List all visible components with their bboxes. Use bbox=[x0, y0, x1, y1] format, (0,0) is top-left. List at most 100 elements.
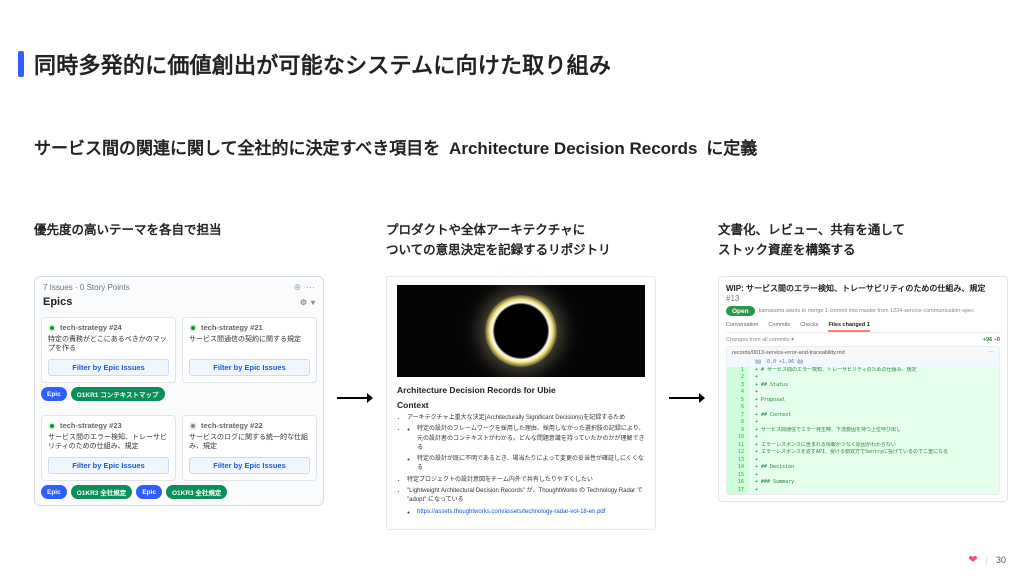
list-item-text: "Lightweight Architectural Decision Reco… bbox=[407, 488, 643, 503]
filter-by-epic-button[interactable]: Filter by Epic Issues bbox=[48, 457, 169, 474]
pr-state-badge: Open bbox=[726, 306, 755, 316]
list-item: 特定の設計が既に不明であるとき、場当たりによって変更の妥当性が確証しにくくなる bbox=[417, 455, 645, 474]
diff-line: 10+ bbox=[727, 434, 999, 442]
subtitle-pre: サービス間の関連に関して全社的に決定すべき項目を bbox=[34, 139, 440, 158]
adr-doc-card: Architecture Decision Records for Ubie C… bbox=[386, 276, 656, 530]
epic-desc: 特定の責務がどこにあるべきかのマップを作る bbox=[48, 335, 169, 354]
diff-line: 8+ bbox=[727, 419, 999, 427]
pr-file-block: records/0013-service-error-and-traceabil… bbox=[726, 346, 1000, 495]
epic-ref: tech-strategy #22 bbox=[201, 421, 263, 430]
diff-line: 1+ # サービス間のエラー検知、トレーサビリティのための仕組み、規定 bbox=[727, 367, 999, 375]
diff-line: 3+ ## Status bbox=[727, 382, 999, 390]
epic-card[interactable]: tech-strategy #21 サービス間通信の契約に関する規定 Filte… bbox=[182, 317, 317, 383]
epic-ref: tech-strategy #23 bbox=[60, 421, 122, 430]
pr-number: #13 bbox=[726, 294, 739, 303]
eclipse-icon bbox=[485, 295, 557, 367]
pr-title: WIP: サービス間のエラー検知、トレーサビリティのための仕組み、規定 bbox=[726, 284, 985, 293]
epics-panel: 7 Issues · 0 Story Points ⊕ ⋯ Epics ⚙ ▾ … bbox=[34, 276, 324, 506]
column-pr: 文書化、レビュー、共有を通して ストック資産を構築する WIP: サービス間のエ… bbox=[718, 220, 1008, 502]
epic-card[interactable]: tech-strategy #22 サービスのログに関する統一的な仕組み、規定 … bbox=[182, 415, 317, 481]
list-item: 特定の設計のフレームワークを採用した理由、採用しなかった選択肢の記録により、元の… bbox=[407, 425, 645, 473]
adr-bullet-list: アーキテクチャ上重大な決定(Architecturally Significan… bbox=[397, 414, 645, 517]
issue-open-icon bbox=[48, 422, 56, 430]
diff-additions: +96 bbox=[983, 337, 992, 343]
issue-open-icon bbox=[48, 324, 56, 332]
tab-count: 1 bbox=[867, 322, 870, 328]
heart-icon: ❤ bbox=[968, 553, 977, 566]
tag-epic: Epic bbox=[136, 485, 162, 499]
issue-open-icon bbox=[189, 422, 197, 430]
diff-line: 13+ bbox=[727, 457, 999, 465]
adr-hero-image bbox=[397, 285, 645, 377]
pr-meta-text: kamatama wants to merge 1 commit into ma… bbox=[759, 308, 974, 314]
subtitle-post: に定義 bbox=[706, 139, 757, 158]
col2-heading: プロダクトや全体アーキテクチャに ついての意思決定を記録するリポジトリ bbox=[386, 220, 656, 262]
diff-deletions: −0 bbox=[994, 337, 1000, 343]
tag-epic: Epic bbox=[41, 485, 67, 499]
filter-by-epic-button[interactable]: Filter by Epic Issues bbox=[48, 359, 169, 376]
tag-okr: O1KR3 全社規定 bbox=[166, 485, 227, 499]
arrow-right-icon bbox=[668, 220, 706, 411]
diff-line: 6+ bbox=[727, 404, 999, 412]
epic-ref: tech-strategy #24 bbox=[60, 323, 122, 332]
diff-line: 5+ Proposal bbox=[727, 397, 999, 405]
tag-okr: O1KR1 コンテキストマップ bbox=[71, 387, 165, 401]
column-adr: プロダクトや全体アーキテクチャに ついての意思決定を記録するリポジトリ Arch… bbox=[386, 220, 656, 530]
diff-line: 15+ bbox=[727, 472, 999, 480]
col1-heading: 優先度の高いテーマを各自で担当 bbox=[34, 220, 324, 262]
page-number: 30 bbox=[996, 555, 1006, 565]
diff-line: 12+ エラーレスポンスを返すAPI、受ける側双方でSentryに投げているので… bbox=[727, 449, 999, 457]
list-item: 特定プロジェクトの設計意図をチーム内外で共有したりやすくしたい bbox=[407, 476, 645, 485]
footer-separator: | bbox=[986, 555, 988, 565]
diffstat: +96 −0 bbox=[983, 337, 1000, 343]
diff-line: 16+ ### Summary bbox=[727, 479, 999, 487]
filter-by-epic-button[interactable]: Filter by Epic Issues bbox=[189, 359, 310, 376]
slide-footer: ❤ | 30 bbox=[968, 553, 1006, 566]
diff-line: @@ -0,0 +1,96 @@ bbox=[727, 359, 999, 367]
gear-icon[interactable]: ⚙ bbox=[300, 298, 307, 307]
col3-heading: 文書化、レビュー、共有を通して ストック資産を構築する bbox=[718, 220, 1008, 262]
tag-epic: Epic bbox=[41, 387, 67, 401]
diff-line: 14+ ## Decision bbox=[727, 464, 999, 472]
diff-line: 9+ サービス間通信でエラー発生時、下流要因を持つ上位呼び出し bbox=[727, 427, 999, 435]
epic-card[interactable]: tech-strategy #23 サービス間のエラー検知、トレーサビリティのた… bbox=[41, 415, 176, 481]
subtitle-keyword: Architecture Decision Records bbox=[449, 139, 697, 158]
overflow-icon[interactable]: ⋯ bbox=[306, 282, 315, 293]
tab-label: Files changed bbox=[828, 322, 865, 328]
diff-line: 17+ bbox=[727, 487, 999, 495]
funnel-icon[interactable]: ▾ bbox=[311, 298, 315, 307]
arrow-right-icon bbox=[336, 220, 374, 411]
issue-open-icon bbox=[189, 324, 197, 332]
list-item: "Lightweight Architectural Decision Reco… bbox=[407, 487, 645, 517]
epics-section-title: Epics bbox=[43, 296, 72, 308]
slide-title: 同時多発的に価値創出が可能なシステムに向けた取り組み bbox=[34, 48, 611, 80]
tab-commits[interactable]: Commits bbox=[768, 322, 790, 328]
pin-icon[interactable]: ⊕ bbox=[293, 282, 301, 293]
epic-ref: tech-strategy #21 bbox=[201, 323, 263, 332]
pr-diff-card: WIP: サービス間のエラー検知、トレーサビリティのための仕組み、規定 #13 … bbox=[718, 276, 1008, 502]
epic-desc: サービス間通信の契約に関する規定 bbox=[189, 335, 310, 354]
pr-tabs: Conversation Commits Checks Files change… bbox=[726, 320, 1000, 333]
title-accent-bar bbox=[18, 51, 24, 77]
slide-subtitle: サービス間の関連に関して全社的に決定すべき項目を Architecture De… bbox=[34, 134, 757, 159]
epic-desc: サービス間のエラー検知、トレーサビリティのための仕組み、規定 bbox=[48, 433, 169, 452]
pr-file-path[interactable]: records/0013-service-error-and-traceabil… bbox=[732, 350, 845, 356]
list-item: 特定の設計のフレームワークを採用した理由、採用しなかった選択肢の記録により、元の… bbox=[417, 425, 645, 453]
overflow-icon[interactable]: ⋯ bbox=[989, 350, 995, 356]
tab-checks[interactable]: Checks bbox=[800, 322, 818, 328]
changes-dropdown[interactable]: Changes from all commits ▾ bbox=[726, 337, 794, 343]
epic-card[interactable]: tech-strategy #24 特定の責務がどこにあるべきかのマップを作る … bbox=[41, 317, 176, 383]
adr-doc-title: Architecture Decision Records for Ubie bbox=[397, 385, 645, 395]
epics-issues-count: 7 Issues · 0 Story Points bbox=[43, 283, 130, 292]
diff-body: @@ -0,0 +1,96 @@1+ # サービス間のエラー検知、トレーサビリテ… bbox=[727, 359, 999, 494]
column-epics: 優先度の高いテーマを各自で担当 7 Issues · 0 Story Point… bbox=[34, 220, 324, 506]
tab-conversation[interactable]: Conversation bbox=[726, 322, 758, 328]
adr-context-heading: Context bbox=[397, 400, 645, 410]
diff-line: 7+ ## Context bbox=[727, 412, 999, 420]
diff-line: 4+ bbox=[727, 389, 999, 397]
tab-files-changed[interactable]: Files changed 1 bbox=[828, 322, 869, 328]
adr-link[interactable]: https://assets.thoughtworks.com/assets/t… bbox=[417, 509, 605, 515]
filter-by-epic-button[interactable]: Filter by Epic Issues bbox=[189, 457, 310, 474]
list-item: アーキテクチャ上重大な決定(Architecturally Significan… bbox=[407, 414, 645, 423]
diff-line: 2+ bbox=[727, 374, 999, 382]
